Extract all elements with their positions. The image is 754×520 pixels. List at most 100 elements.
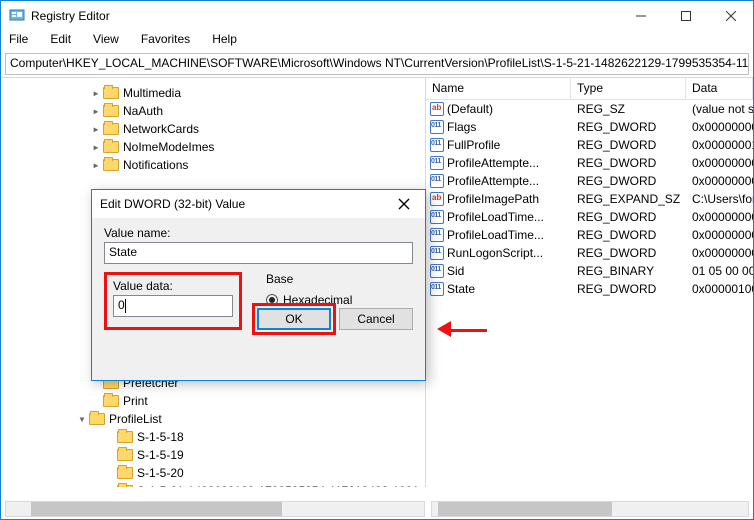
value-data: 01 05 00 00 00: [686, 264, 753, 278]
value-data: 0x00000000 (0): [686, 210, 753, 224]
value-data-label: Value data:: [113, 279, 233, 293]
tree-node[interactable]: ▸Multimedia: [1, 84, 425, 102]
close-button[interactable]: [708, 1, 753, 31]
column-header-data[interactable]: Data: [686, 78, 753, 99]
value-data: 0x00000000 (0): [686, 228, 753, 242]
reg-binary-icon: [430, 246, 444, 260]
value-type: REG_DWORD: [571, 282, 686, 296]
list-row[interactable]: ProfileLoadTime... REG_DWORD0x00000000 (0…: [426, 226, 753, 244]
value-data-input[interactable]: 0: [113, 295, 233, 317]
value-type: REG_DWORD: [571, 174, 686, 188]
addressbar[interactable]: Computer\HKEY_LOCAL_MACHINE\SOFTWARE\Mic…: [5, 53, 749, 75]
tree-node-label: NaAuth: [123, 104, 163, 118]
value-type: REG_DWORD: [571, 210, 686, 224]
list-row[interactable]: RunLogonScript...REG_DWORD0x00000000 (0): [426, 244, 753, 262]
tree-node-label: Multimedia: [123, 86, 181, 100]
folder-icon: [117, 431, 133, 443]
reg-binary-icon: [430, 228, 444, 242]
value-data: 0x00000100 (25: [686, 282, 753, 296]
list-row[interactable]: SidREG_BINARY01 05 00 00 00: [426, 262, 753, 280]
menu-favorites[interactable]: Favorites: [137, 31, 194, 51]
folder-icon: [117, 485, 133, 487]
tree-node[interactable]: S-1-5-19: [1, 446, 425, 464]
list-row[interactable]: ProfileAttempte...REG_DWORD0x00000000 (0…: [426, 154, 753, 172]
folder-icon: [103, 123, 119, 135]
folder-icon: [103, 159, 119, 171]
value-name: ProfileAttempte...: [447, 156, 539, 170]
value-data: 0x00000001 (1): [686, 138, 753, 152]
tree-node-label: Print: [123, 394, 148, 408]
list-row[interactable]: ProfileImagePath REG_EXPAND_SZC:\Users\fo…: [426, 190, 753, 208]
tree-node[interactable]: ▸NetworkCards: [1, 120, 425, 138]
value-name: Flags: [447, 120, 476, 134]
menu-view[interactable]: View: [89, 31, 123, 51]
value-type: REG_BINARY: [571, 264, 686, 278]
value-type: REG_DWORD: [571, 228, 686, 242]
folder-icon: [103, 105, 119, 117]
tree-node[interactable]: Print: [1, 392, 425, 410]
value-type: REG_DWORD: [571, 120, 686, 134]
tree-node-label: NetworkCards: [123, 122, 199, 136]
minimize-button[interactable]: [618, 1, 663, 31]
list-pane[interactable]: Name Type Data (Default)REG_SZ(value not…: [426, 78, 753, 487]
menu-help[interactable]: Help: [208, 31, 241, 51]
value-name-input[interactable]: State: [104, 242, 413, 264]
folder-icon: [103, 395, 119, 407]
value-name: State: [447, 282, 475, 296]
maximize-button[interactable]: [663, 1, 708, 31]
value-name-label: Value name:: [104, 226, 413, 240]
value-type: REG_DWORD: [571, 138, 686, 152]
list-header[interactable]: Name Type Data: [426, 78, 753, 100]
tree-node[interactable]: S-1-5-18: [1, 428, 425, 446]
tree-node[interactable]: ▸NaAuth: [1, 102, 425, 120]
list-row[interactable]: ProfileAttempte...REG_DWORD0x00000000 (0…: [426, 172, 753, 190]
edit-dword-dialog: Edit DWORD (32-bit) Value Value name: St…: [91, 189, 426, 381]
list-row[interactable]: Flags REG_DWORD0x00000000 (0): [426, 118, 753, 136]
value-name: ProfileLoadTime...: [447, 228, 544, 242]
cancel-button[interactable]: Cancel: [339, 308, 413, 330]
value-data: C:\Users\forev: [686, 192, 753, 206]
value-data: 0x00000000 (0): [686, 120, 753, 134]
ok-button[interactable]: OK: [257, 308, 331, 330]
tree-node-label: S-1-5-18: [137, 430, 184, 444]
reg-binary-icon: [430, 174, 444, 188]
menu-edit[interactable]: Edit: [46, 31, 75, 51]
menu-file[interactable]: File: [5, 31, 32, 51]
tree-node-label: NoImeModeImes: [123, 140, 214, 154]
column-header-type[interactable]: Type: [571, 78, 686, 99]
list-row[interactable]: FullProfile REG_DWORD0x00000001 (1): [426, 136, 753, 154]
radio-hexadecimal[interactable]: Hexadecimal: [266, 290, 352, 310]
reg-sz-icon: [430, 102, 444, 116]
tree-node-label: ProfileList: [109, 412, 162, 426]
registry-editor-window: Registry Editor File Edit View Favorites…: [0, 0, 754, 520]
folder-icon: [103, 87, 119, 99]
menubar: File Edit View Favorites Help: [1, 31, 753, 51]
tree-node[interactable]: ▾ProfileList: [1, 410, 425, 428]
reg-binary-icon: [430, 138, 444, 152]
horizontal-scrollbar-left[interactable]: [5, 501, 425, 517]
value-data: 0x00000000 (0): [686, 246, 753, 260]
value-name: FullProfile: [447, 138, 500, 152]
value-name: ProfileImagePath: [447, 192, 539, 206]
horizontal-scrollbar-right[interactable]: [431, 501, 749, 517]
dialog-close-button[interactable]: [389, 190, 419, 218]
reg-binary-icon: [430, 156, 444, 170]
tree-node[interactable]: ▸Notifications: [1, 156, 425, 174]
tree-node[interactable]: ▸NoImeModeImes: [1, 138, 425, 156]
value-data: (value not set): [686, 102, 753, 116]
folder-icon: [89, 413, 105, 425]
tree-node-label: S-1-5-20: [137, 466, 184, 480]
reg-sz-icon: [430, 192, 444, 206]
tree-node[interactable]: S-1-5-21-1482622129-1799535354-117813482…: [1, 482, 425, 487]
list-row[interactable]: ProfileLoadTime...REG_DWORD0x00000000 (0…: [426, 208, 753, 226]
value-name: RunLogonScript...: [447, 246, 543, 260]
column-header-name[interactable]: Name: [426, 78, 571, 99]
folder-icon: [117, 449, 133, 461]
tree-node-label: Notifications: [123, 158, 188, 172]
list-row[interactable]: (Default)REG_SZ(value not set): [426, 100, 753, 118]
value-type: REG_EXPAND_SZ: [571, 192, 686, 206]
tree-node[interactable]: S-1-5-20: [1, 464, 425, 482]
value-name: (Default): [447, 102, 493, 116]
folder-icon: [117, 467, 133, 479]
list-row[interactable]: State REG_DWORD0x00000100 (25: [426, 280, 753, 298]
